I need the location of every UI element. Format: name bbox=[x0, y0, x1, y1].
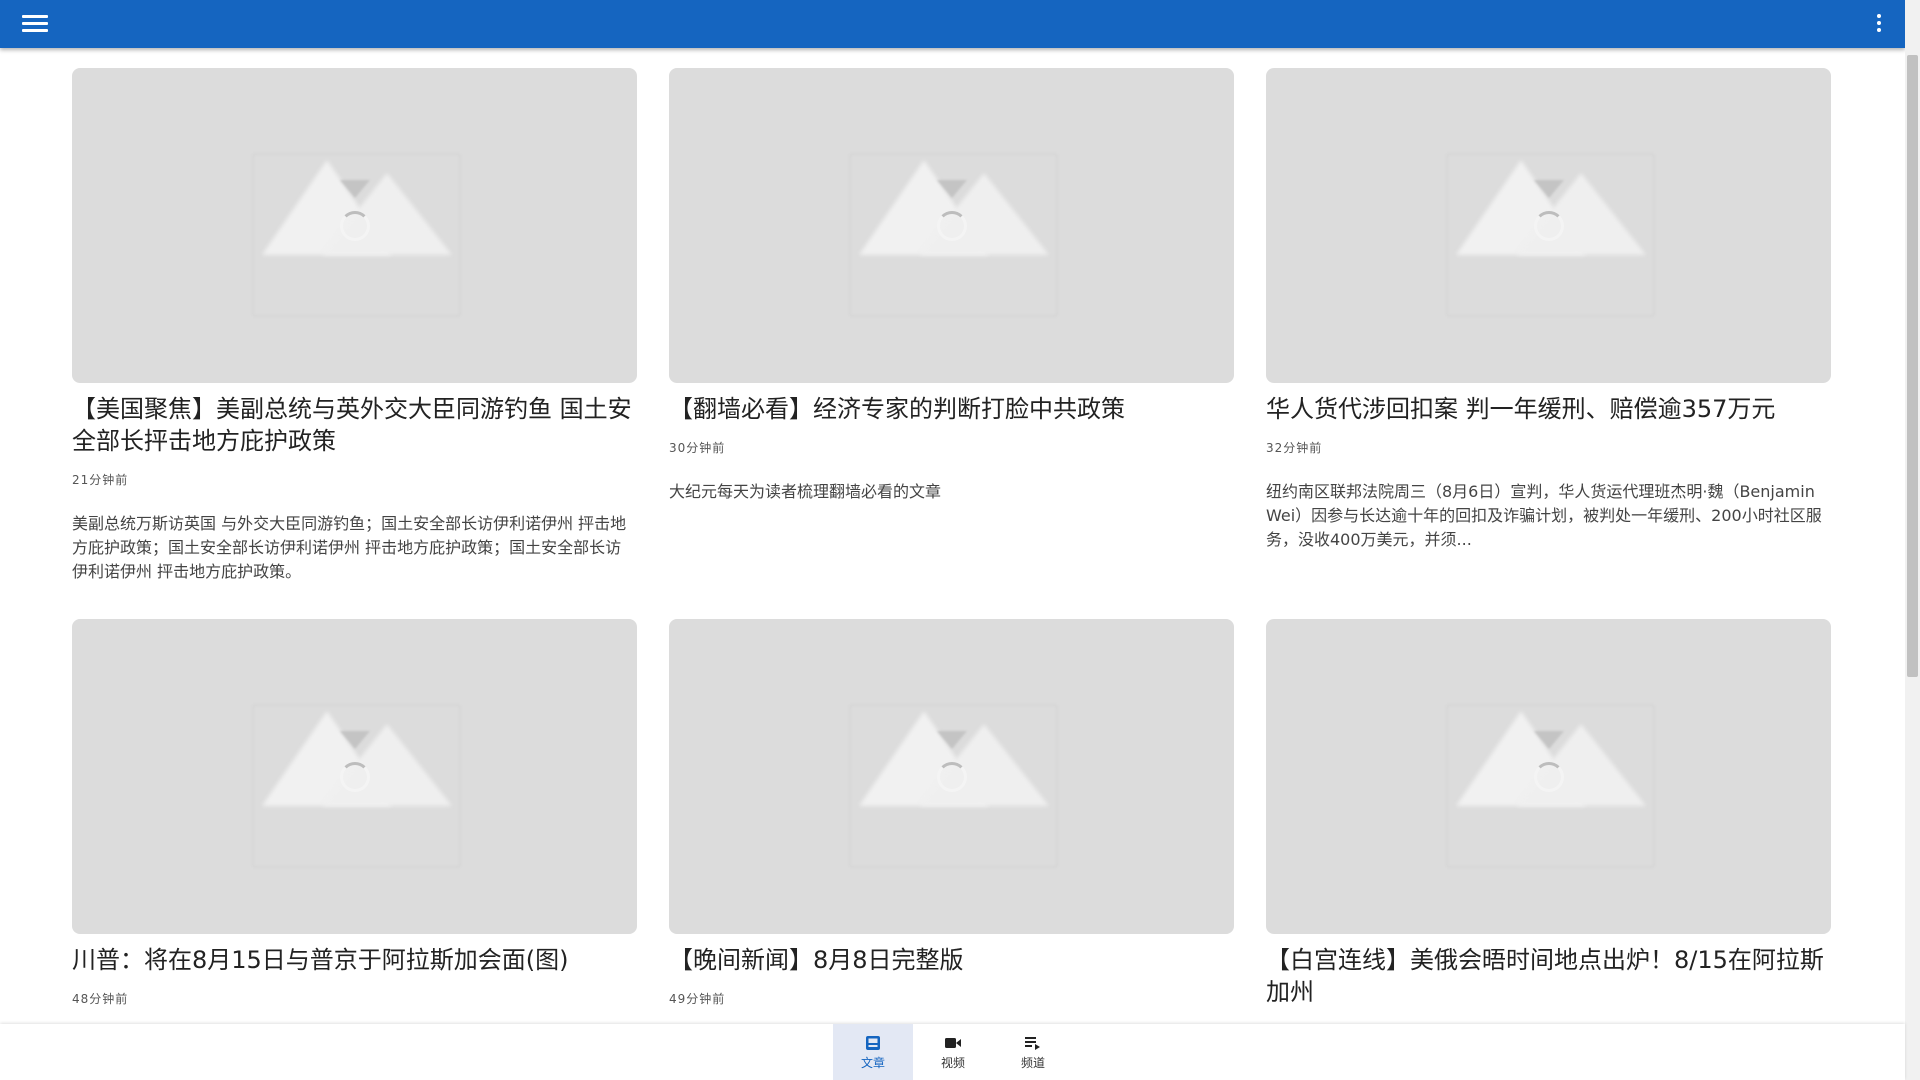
hamburger-menu-icon[interactable] bbox=[20, 12, 50, 36]
article-summary: 大纪元每天为读者梳理翻墙必看的文章 bbox=[669, 482, 942, 501]
article-title[interactable]: 【晚间新闻】8月8日完整版 bbox=[669, 944, 1234, 976]
image-placeholder-icon bbox=[1266, 68, 1831, 383]
article-time: 30分钟前 bbox=[669, 441, 726, 455]
article-title[interactable]: 【翻墙必看】经济专家的判断打脸中共政策 bbox=[669, 393, 1234, 425]
article-time: 21分钟前 bbox=[72, 473, 129, 487]
image-placeholder-icon bbox=[1266, 619, 1831, 934]
article-thumbnail[interactable] bbox=[1266, 619, 1831, 934]
article-title[interactable]: 川普：将在8月15日与普京于阿拉斯加会面(图) bbox=[72, 944, 637, 976]
article-title[interactable]: 【美国聚焦】美副总统与英外交大臣同游钓鱼 国土安全部长抨击地方庇护政策 bbox=[72, 393, 637, 457]
nav-item-videos[interactable]: 视频 bbox=[913, 1024, 993, 1080]
image-placeholder-icon bbox=[72, 619, 637, 934]
article-card[interactable]: 川普：将在8月15日与普京于阿拉斯加会面(图) 48分钟前 bbox=[72, 619, 637, 1007]
loading-spinner-icon bbox=[340, 762, 370, 792]
image-placeholder-icon bbox=[669, 68, 1234, 383]
loading-spinner-icon bbox=[937, 211, 967, 241]
article-thumbnail[interactable] bbox=[72, 68, 637, 383]
nav-item-channels[interactable]: 频道 bbox=[993, 1024, 1073, 1080]
article-summary: 纽约南区联邦法院周三（8月6日）宣判，华人货运代理班杰明·魏（Benjamin … bbox=[1266, 482, 1822, 549]
bottom-navigation: 文章 视频 频道 bbox=[0, 1024, 1905, 1080]
article-thumbnail[interactable] bbox=[669, 68, 1234, 383]
article-time: 49分钟前 bbox=[669, 992, 726, 1006]
loading-spinner-icon bbox=[1534, 211, 1564, 241]
article-card[interactable]: 【晚间新闻】8月8日完整版 49分钟前 bbox=[669, 619, 1234, 1007]
article-card[interactable]: 【美国聚焦】美副总统与英外交大臣同游钓鱼 国土安全部长抨击地方庇护政策 21分钟… bbox=[72, 68, 637, 584]
image-placeholder-icon bbox=[669, 619, 1234, 934]
article-title[interactable]: 【白宫连线】美俄会晤时间地点出炉！8/15在阿拉斯加州 bbox=[1266, 944, 1831, 1008]
article-card[interactable]: 【翻墙必看】经济专家的判断打脸中共政策 30分钟前 大纪元每天为读者梳理翻墙必看… bbox=[669, 68, 1234, 504]
article-summary: 美副总统万斯访英国 与外交大臣同游钓鱼；国土安全部长访伊利诺伊州 抨击地方庇护政… bbox=[72, 514, 627, 581]
nav-item-label: 视频 bbox=[940, 1055, 965, 1070]
nav-item-label: 文章 bbox=[860, 1055, 885, 1070]
videocam-icon bbox=[944, 1034, 962, 1052]
nav-item-articles[interactable]: 文章 bbox=[833, 1024, 913, 1080]
article-thumbnail[interactable] bbox=[669, 619, 1234, 934]
article-title[interactable]: 华人货代涉回扣案 判一年缓刑、赔偿逾357万元 bbox=[1266, 393, 1831, 425]
loading-spinner-icon bbox=[937, 762, 967, 792]
scrollbar-thumb[interactable] bbox=[1907, 55, 1918, 677]
article-thumbnail[interactable] bbox=[1266, 68, 1831, 383]
nav-item-label: 频道 bbox=[1020, 1055, 1045, 1070]
article-card[interactable]: 【白宫连线】美俄会晤时间地点出炉！8/15在阿拉斯加州 bbox=[1266, 619, 1831, 1008]
scrollbar[interactable] bbox=[1905, 0, 1920, 1080]
more-vert-icon[interactable] bbox=[1875, 14, 1883, 34]
article-card[interactable]: 华人货代涉回扣案 判一年缓刑、赔偿逾357万元 32分钟前 纽约南区联邦法院周三… bbox=[1266, 68, 1831, 552]
image-placeholder-icon bbox=[72, 68, 637, 383]
article-time: 48分钟前 bbox=[72, 992, 129, 1006]
article-icon bbox=[864, 1034, 882, 1052]
app-bar bbox=[0, 0, 1905, 48]
loading-spinner-icon bbox=[340, 211, 370, 241]
article-time: 32分钟前 bbox=[1266, 441, 1323, 455]
loading-spinner-icon bbox=[1534, 762, 1564, 792]
article-thumbnail[interactable] bbox=[72, 619, 637, 934]
playlist-icon bbox=[1024, 1034, 1042, 1052]
